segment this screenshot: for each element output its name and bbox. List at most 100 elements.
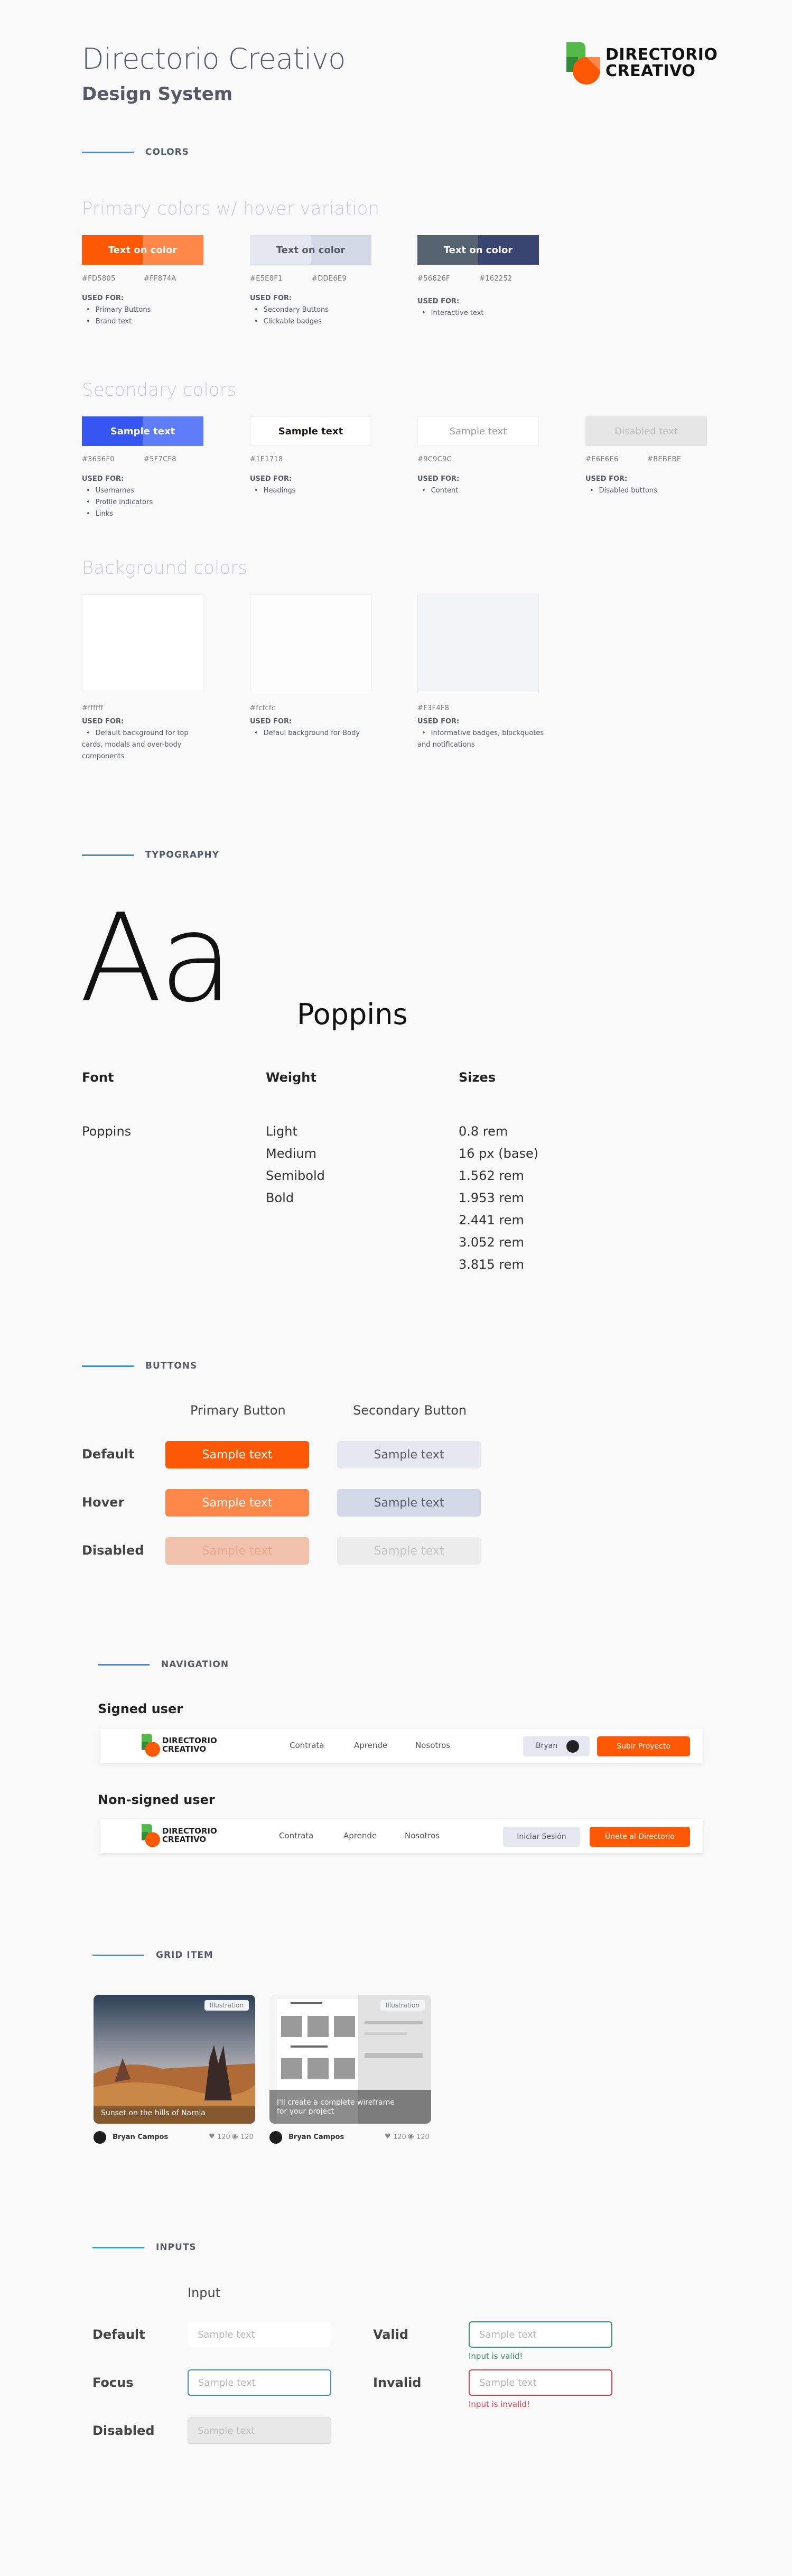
- nav-link-nosotros[interactable]: Nosotros: [405, 1831, 440, 1840]
- input-label-disabled: Disabled: [92, 2423, 155, 2438]
- card-footer: Bryan Campos ♥ 120 ◉ 120: [94, 2130, 255, 2146]
- logo-mark-icon: [142, 1824, 160, 1847]
- view-count: 120: [416, 2133, 430, 2141]
- heart-icon[interactable]: ♥: [209, 2133, 215, 2141]
- input-valid[interactable]: Sample text: [469, 2321, 612, 2348]
- secondary-button-disabled: Sample text: [337, 1537, 481, 1565]
- hex-code: #E5E8F1: [250, 275, 283, 283]
- eye-icon: ◉: [408, 2133, 414, 2141]
- card-thumbnail[interactable]: Illustration Sunset on the hills of Narn…: [94, 1995, 255, 2124]
- card-caption: I'll create a complete wireframe for you…: [277, 2098, 395, 2116]
- font-value: Poppins: [82, 1124, 132, 1139]
- secondary-swatch-disabled: Disabled text: [585, 416, 707, 446]
- grid-card[interactable]: Illustration Sunset on the hills of Narn…: [94, 1995, 255, 2148]
- buttons-section-header: BUTTONS: [82, 1361, 197, 1371]
- usage-list: USED FOR: Defaul background for Body: [250, 716, 377, 739]
- usage-list: USED FOR: Content: [417, 473, 459, 497]
- logo-wordmark: DIRECTORIO CREATIVO: [605, 45, 718, 80]
- heart-icon[interactable]: ♥: [385, 2133, 391, 2141]
- primary-swatch-slate: Text on color: [417, 235, 539, 265]
- input-invalid[interactable]: Sample text: [469, 2369, 612, 2396]
- avatar: [566, 1740, 579, 1753]
- input-label-valid: Valid: [373, 2327, 409, 2342]
- hex-code: #fcfcfc: [250, 704, 276, 712]
- input-default[interactable]: Sample text: [188, 2321, 331, 2348]
- colors-section-header: COLORS: [82, 147, 189, 157]
- weight-column-header: Weight: [266, 1070, 316, 1085]
- input-column-header: Input: [188, 2285, 221, 2300]
- hex-code: #5F7CF8: [144, 455, 176, 463]
- size-list: 0.8 rem 16 px (base) 1.562 rem 1.953 rem…: [459, 1124, 539, 1272]
- sizes-column-header: Sizes: [459, 1070, 496, 1085]
- grid-item-section-header: GRID ITEM: [92, 1950, 213, 1960]
- navigation-section-header: NAVIGATION: [98, 1659, 229, 1670]
- non-signed-user-title: Non-signed user: [98, 1792, 215, 1807]
- background-swatch-badge: [417, 594, 539, 692]
- hex-code: #DDE6E9: [312, 275, 347, 283]
- join-directory-button[interactable]: Únete al Directorio: [590, 1827, 690, 1847]
- primary-swatch-light: Text on color: [250, 235, 371, 265]
- nav-logo[interactable]: DIRECTORIO CREATIVO: [140, 1824, 225, 1849]
- avatar[interactable]: [94, 2131, 106, 2144]
- usage-list: USED FOR: Primary ButtonsBrand text: [82, 293, 151, 328]
- input-label-default: Default: [92, 2327, 145, 2342]
- usage-list: USED FOR: Interactive text: [417, 296, 484, 319]
- desert-illustration: [94, 1995, 255, 2124]
- hex-code: #3656F0: [82, 455, 115, 463]
- author-name[interactable]: Bryan Campos: [113, 2133, 168, 2141]
- secondary-swatch-gray-text: Sample text: [417, 416, 539, 446]
- usage-list: USED FOR: Disabled buttons: [585, 473, 657, 497]
- primary-swatch-orange: Text on color: [82, 235, 203, 265]
- login-button[interactable]: Iniciar Sesión: [503, 1827, 580, 1847]
- secondary-button-default[interactable]: Sample text: [337, 1441, 481, 1468]
- nav-logo[interactable]: DIRECTORIO CREATIVO: [140, 1733, 225, 1759]
- primary-button-header: Primary Button: [190, 1403, 286, 1418]
- author-name[interactable]: Bryan Campos: [288, 2133, 344, 2141]
- input-label-focus: Focus: [92, 2375, 134, 2390]
- user-menu[interactable]: Bryan: [523, 1736, 590, 1756]
- hex-code: #ffffff: [82, 704, 104, 712]
- primary-button-default[interactable]: Sample text: [165, 1441, 309, 1468]
- upload-project-button[interactable]: Subir Proyecto: [597, 1736, 690, 1756]
- nav-link-aprende[interactable]: Aprende: [354, 1741, 387, 1750]
- nav-link-contrata[interactable]: Contrata: [279, 1831, 313, 1840]
- input-label-invalid: Invalid: [373, 2375, 422, 2390]
- usage-list: USED FOR: Informative badges, blockquote…: [417, 716, 544, 751]
- category-badge: Illustration: [380, 2000, 425, 2011]
- usage-list: USED FOR: Default background for top car…: [82, 716, 209, 762]
- logo-mark-icon: [566, 42, 600, 85]
- valid-message: Input is valid!: [469, 2351, 523, 2361]
- background-swatch-body: [250, 594, 371, 692]
- hex-code: #162252: [479, 275, 513, 283]
- page-subtitle: Design System: [82, 83, 233, 105]
- hex-code: #56626F: [417, 275, 450, 283]
- typography-section-header: TYPOGRAPHY: [82, 850, 219, 860]
- avatar[interactable]: [269, 2131, 282, 2144]
- nav-link-contrata[interactable]: Contrata: [290, 1741, 324, 1750]
- nav-link-aprende[interactable]: Aprende: [343, 1831, 377, 1840]
- row-label-disabled: Disabled: [82, 1543, 144, 1558]
- eye-icon: ◉: [232, 2133, 238, 2141]
- nav-link-nosotros[interactable]: Nosotros: [415, 1741, 450, 1750]
- like-count: 120: [393, 2133, 406, 2141]
- secondary-colors-title: Secondary colors: [82, 379, 237, 401]
- card-thumbnail[interactable]: Illustration I'll create a complete wire…: [269, 1995, 431, 2124]
- secondary-button-hover[interactable]: Sample text: [337, 1489, 481, 1517]
- font-column-header: Font: [82, 1070, 114, 1085]
- hex-code: #FF874A: [144, 275, 176, 283]
- primary-colors-title: Primary colors w/ hover variation: [82, 198, 380, 219]
- hex-code: #9C9C9C: [417, 455, 452, 463]
- usage-list: USED FOR: Secondary ButtonsClickable bad…: [250, 293, 329, 328]
- input-focus[interactable]: Sample text: [188, 2369, 331, 2396]
- hex-code: #F3F4F8: [417, 704, 450, 712]
- brand-logo: DIRECTORIO CREATIVO: [564, 41, 718, 89]
- input-disabled: Sample text: [188, 2417, 331, 2444]
- type-sample: Aa: [79, 888, 234, 1029]
- background-colors-title: Background colors: [82, 557, 247, 579]
- card-caption: Sunset on the hills of Narnia: [101, 2109, 206, 2117]
- invalid-message: Input is invalid!: [469, 2400, 530, 2409]
- primary-button-hover[interactable]: Sample text: [165, 1489, 309, 1517]
- secondary-swatch-dark-text: Sample text: [250, 416, 371, 446]
- grid-card[interactable]: Illustration I'll create a complete wire…: [269, 1995, 431, 2148]
- hex-code: #E6E6E6: [585, 455, 619, 463]
